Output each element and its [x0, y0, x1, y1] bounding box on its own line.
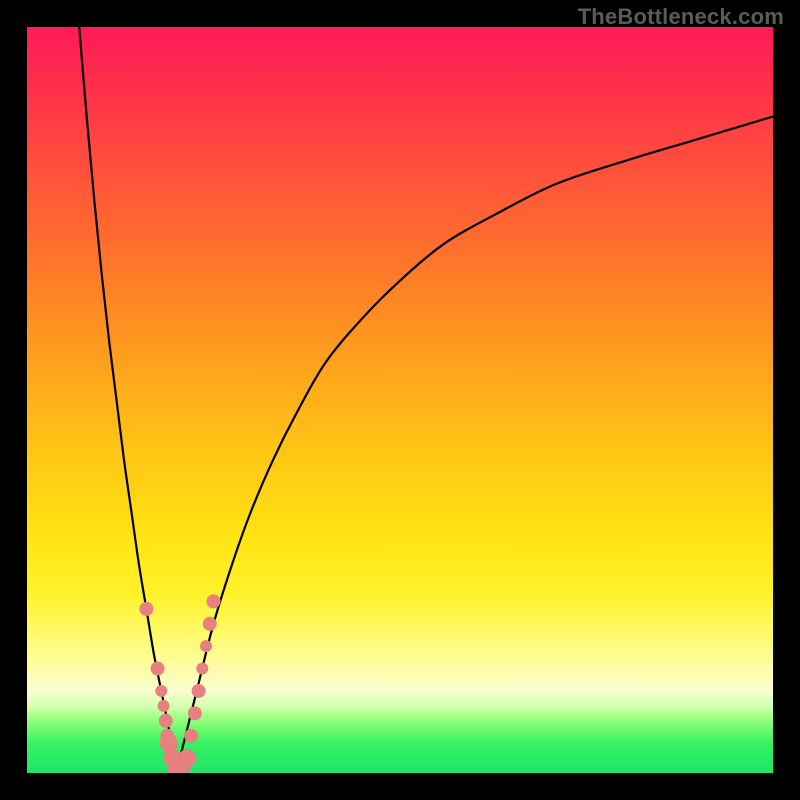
marker-point: [200, 640, 212, 652]
marker-point: [184, 729, 198, 743]
plot-area: [27, 27, 773, 773]
marker-point: [155, 685, 167, 697]
marker-point: [188, 706, 202, 720]
marker-point: [203, 617, 217, 631]
watermark-text: TheBottleneck.com: [578, 4, 784, 30]
curve-layer: [27, 27, 773, 773]
marker-point: [158, 700, 170, 712]
marker-point: [151, 662, 165, 676]
marker-point: [196, 663, 208, 675]
curve-left-branch: [79, 27, 176, 773]
marker-point: [159, 714, 173, 728]
marker-point: [139, 602, 153, 616]
marker-point: [178, 749, 196, 767]
chart-container: TheBottleneck.com: [0, 0, 800, 800]
curve-right-branch: [176, 117, 773, 773]
marker-point: [207, 594, 221, 608]
marker-group: [139, 594, 220, 773]
marker-point: [192, 684, 206, 698]
